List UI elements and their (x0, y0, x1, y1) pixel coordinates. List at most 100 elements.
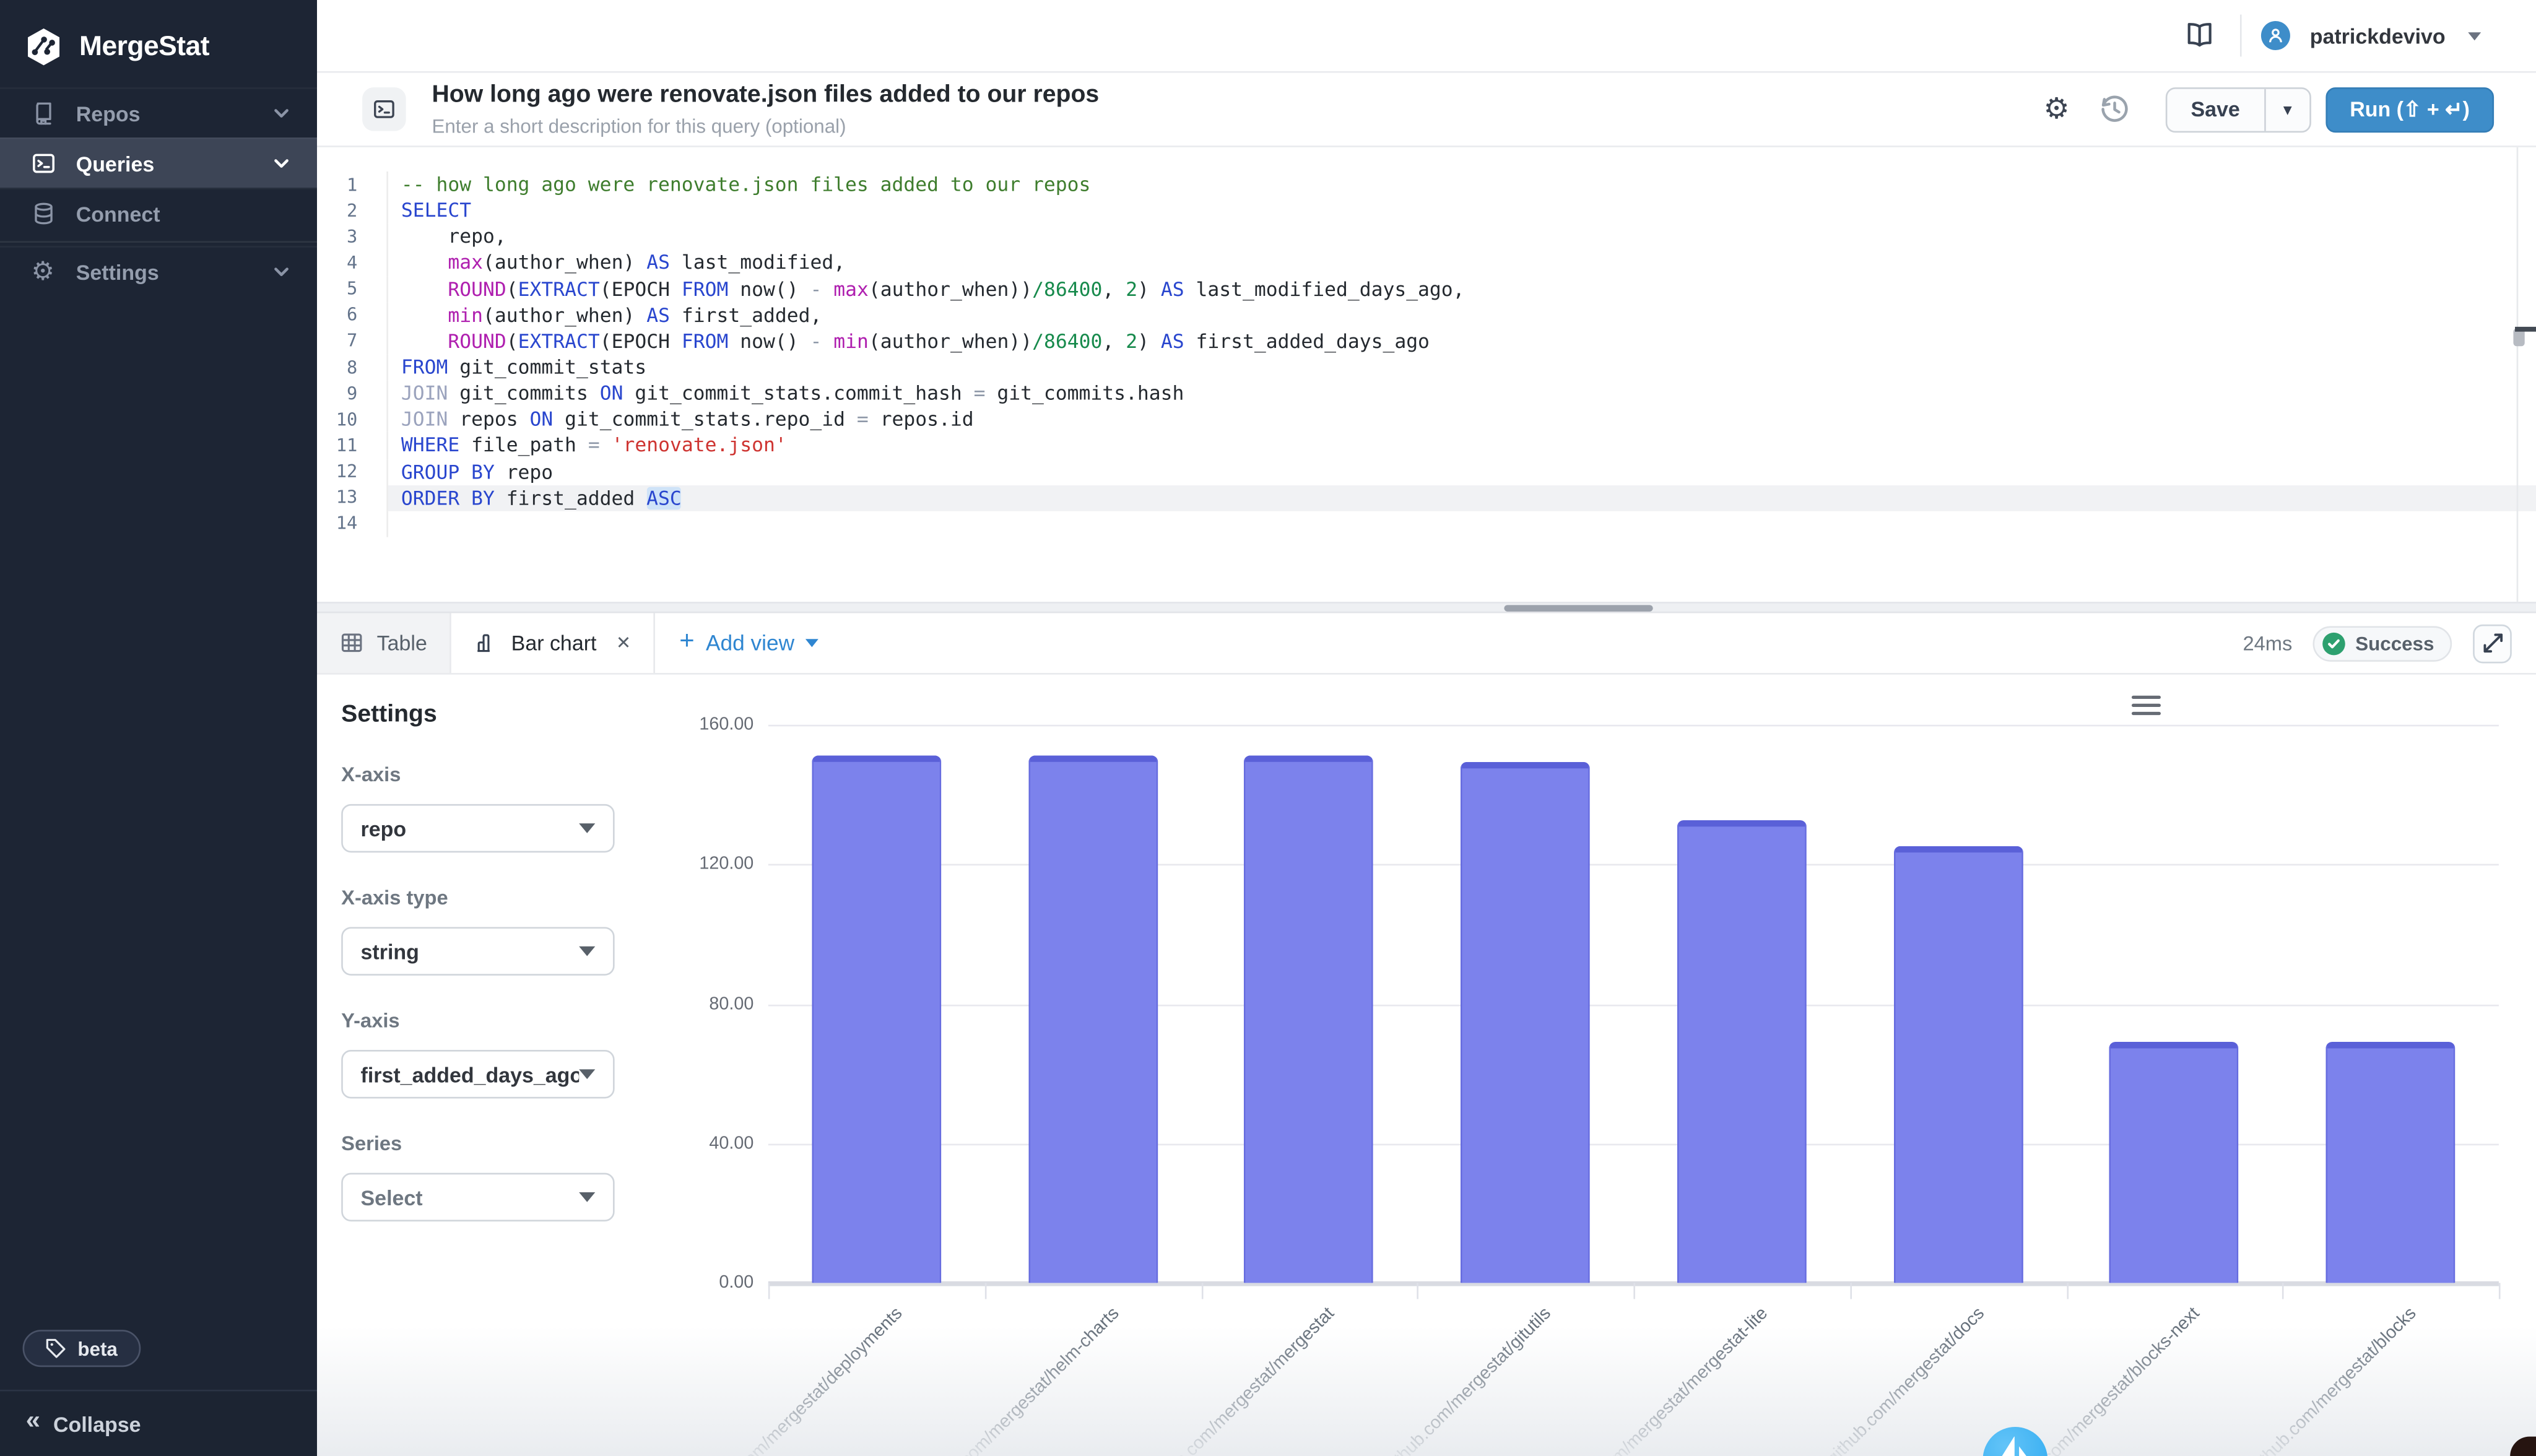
sidebar-item-settings[interactable]: ⚙Settings (0, 246, 317, 296)
username[interactable]: patrickdevivo (2310, 24, 2446, 48)
line-content: ORDER BY first_added ASC (388, 485, 2536, 511)
bar-2 (1028, 756, 1157, 1283)
collapse-icon: « (26, 1409, 40, 1435)
code-line: 4 max(author_when) AS last_modified, (317, 250, 2536, 276)
x-axis-category-label: github.com/mergestat/helm-charts (919, 1304, 1123, 1456)
line-number: 7 (317, 328, 388, 354)
save-label[interactable]: Save (2166, 88, 2264, 130)
line-number: 6 (317, 302, 388, 328)
code-line: 9JOIN git_commits ON git_commit_stats.co… (317, 380, 2536, 406)
collapse-button[interactable]: « Collapse (0, 1390, 317, 1456)
chat-widget-button[interactable] (1983, 1427, 2047, 1456)
run-button[interactable]: Run (⇧ + ↵) (2325, 87, 2494, 132)
bar-8 (2326, 1042, 2456, 1283)
x-axis-tick (984, 1283, 986, 1299)
query-settings-gear-icon[interactable]: ⚙ (2036, 88, 2078, 130)
results-panel: Settings X-axisrepoX-axis typestringY-ax… (317, 675, 2536, 1456)
y-axis-tick-label: 40.00 (640, 1133, 753, 1153)
x-axis-category-label: github.com/mergestat/blocks (2247, 1304, 2421, 1456)
resize-grip[interactable] (1504, 605, 1652, 611)
line-number: 3 (317, 223, 388, 249)
topbar-divider (2240, 15, 2242, 57)
code-line: 2SELECT (317, 197, 2536, 223)
select-caret-icon (579, 947, 595, 956)
run-label: Run (⇧ + ↵) (2350, 96, 2470, 122)
chevron-down-icon (272, 262, 291, 281)
x-axis-tick (1417, 1283, 1419, 1299)
add-view-label: Add view (706, 631, 794, 655)
sidebar-item-label: Settings (76, 259, 159, 284)
beta-label: beta (77, 1337, 117, 1360)
query-header: How long ago were renovate.json files ad… (317, 73, 2536, 147)
sidebar: MergeStat ReposQueriesConnect ⚙Settings b… (0, 0, 317, 1456)
add-view-button[interactable]: + Add view (679, 613, 819, 673)
code-line: 13ORDER BY first_added ASC (317, 485, 2536, 511)
tab-bar-chart[interactable]: Bar chart✕ (451, 613, 655, 673)
sidebar-item-repos[interactable]: Repos (0, 87, 317, 137)
database-icon (29, 201, 56, 227)
x-axis-category-label: github.com/mergestat/gitutils (1381, 1304, 1555, 1456)
line-content: WHERE file_path = 'renovate.json' (388, 433, 2536, 459)
bar-1 (812, 756, 941, 1283)
main-area: patrickdevivo How long ago were renovate… (317, 0, 2536, 1456)
code-line: 7 ROUND(EXTRACT(EPOCH FROM now() - min(a… (317, 328, 2536, 354)
mergestat-logo-icon (23, 25, 65, 67)
x-axis-tick (768, 1283, 770, 1299)
x-axis-tick (2066, 1283, 2068, 1299)
select-caret-icon (579, 1192, 595, 1202)
user-menu-caret-icon[interactable] (2468, 32, 2481, 40)
fullscreen-button[interactable] (2473, 623, 2512, 662)
tab-table[interactable]: Table (317, 613, 451, 673)
x-axis-category-label: github.com/mergestat/deployments (697, 1304, 906, 1456)
gridline (768, 864, 2499, 866)
chart-icon (474, 631, 498, 655)
sql-editor[interactable]: 1-- how long ago were renovate.json file… (317, 147, 2536, 602)
chart-menu-icon[interactable] (2132, 696, 2161, 720)
sidebar-item-queries[interactable]: Queries (0, 137, 317, 188)
line-number: 11 (317, 433, 388, 459)
bar-3 (1244, 756, 1374, 1283)
series-label: Series (341, 1132, 614, 1156)
code-line: 12GROUP BY repo (317, 459, 2536, 485)
add-view-caret-icon (806, 639, 819, 647)
line-content: max(author_when) AS last_modified, (388, 250, 2536, 276)
status-label: Success (2355, 632, 2434, 655)
x-axis-category-label: github.com/mergestat/mergestat-lite (1557, 1304, 1771, 1456)
x-axis-select[interactable]: repo (341, 804, 614, 852)
code-line: 5 ROUND(EXTRACT(EPOCH FROM now() - max(a… (317, 276, 2536, 302)
line-number: 1 (317, 171, 388, 197)
logo-text: MergeStat (79, 30, 209, 62)
query-actions: ⚙ Save ▼ Run (⇧ + ↵) (2036, 87, 2494, 132)
query-history-icon[interactable] (2094, 88, 2136, 130)
logo[interactable]: MergeStat (0, 0, 317, 71)
line-number: 10 (317, 407, 388, 433)
tab-label: Table (377, 631, 427, 655)
line-content: SELECT (388, 197, 2536, 223)
save-menu-caret-icon[interactable]: ▼ (2264, 88, 2309, 130)
x-axis-tick (2499, 1283, 2501, 1299)
view-tabs: Table Bar chart✕ (317, 613, 655, 673)
line-content: -- how long ago were renovate.json files… (388, 171, 2536, 197)
status-badge: Success (2313, 625, 2452, 661)
series-select[interactable]: Select (341, 1173, 614, 1221)
line-content: JOIN git_commits ON git_commit_stats.com… (388, 380, 2536, 406)
x-axis-type-select[interactable]: string (341, 927, 614, 975)
close-tab-icon[interactable]: ✕ (616, 633, 631, 654)
avatar[interactable] (2261, 21, 2290, 50)
x-axis-tick (2283, 1283, 2285, 1299)
sidebar-item-connect[interactable]: Connect (0, 188, 317, 238)
bar-4 (1461, 761, 1590, 1283)
select-value: first_added_days_ago (361, 1062, 580, 1086)
panel-resize-handle[interactable] (317, 602, 2536, 613)
select-caret-icon (579, 1069, 595, 1079)
line-content: JOIN repos ON git_commit_stats.repo_id =… (388, 407, 2536, 433)
query-description-input[interactable]: Enter a short description for this query… (432, 115, 1099, 138)
editor-scrollbar-track[interactable] (2517, 147, 2519, 602)
docs-book-icon[interactable] (2179, 15, 2221, 57)
chart-settings-fields: X-axisrepoX-axis typestringY-axisfirst_a… (341, 763, 614, 1221)
y-axis-tick-label: 0.00 (640, 1273, 753, 1293)
y-axis-select[interactable]: first_added_days_ago (341, 1050, 614, 1098)
query-titles: How long ago were renovate.json files ad… (432, 81, 1099, 137)
save-button[interactable]: Save ▼ (2165, 87, 2311, 132)
query-title[interactable]: How long ago were renovate.json files ad… (432, 81, 1099, 108)
